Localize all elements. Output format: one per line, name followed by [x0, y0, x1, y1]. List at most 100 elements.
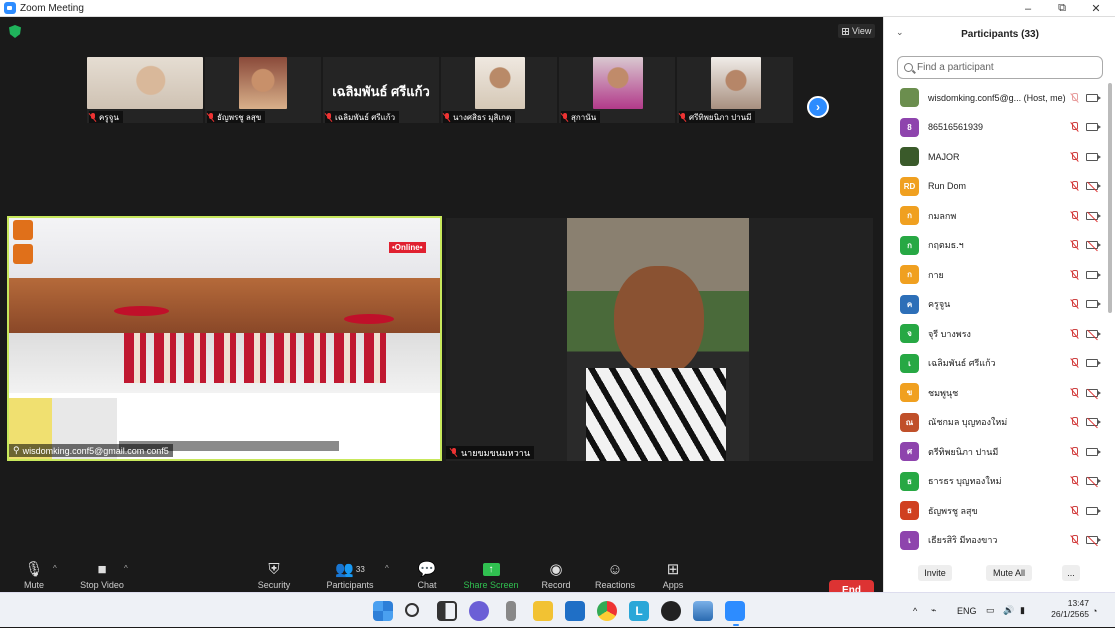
photos-icon[interactable] — [693, 601, 713, 621]
participant-list-scrollbar[interactable] — [1108, 83, 1112, 313]
line-icon[interactable]: L — [629, 601, 649, 621]
maximize-button[interactable]: ⧉ — [1045, 0, 1079, 17]
microphone-icon[interactable] — [506, 601, 516, 621]
pin-icon: ⚲ — [13, 445, 20, 455]
video-camera-icon[interactable] — [1086, 359, 1101, 368]
video-off-icon[interactable] — [1086, 211, 1101, 220]
file-explorer-icon[interactable] — [533, 601, 553, 621]
more-options-button[interactable]: ... — [1062, 565, 1080, 581]
mic-muted-icon[interactable] — [1070, 181, 1079, 191]
participant-row[interactable]: ก กาย — [884, 260, 1110, 290]
record-icon: ◉ — [549, 561, 563, 578]
mic-muted-icon — [325, 112, 333, 122]
participant-row[interactable]: MAJOR — [884, 142, 1110, 172]
mic-muted-icon[interactable] — [1070, 417, 1079, 427]
video-off-icon[interactable] — [1086, 241, 1101, 250]
avatar: ธ — [900, 471, 919, 491]
video-off-icon[interactable] — [1086, 388, 1101, 397]
video-off-icon[interactable] — [1086, 182, 1101, 191]
video-camera-icon[interactable] — [1086, 123, 1101, 132]
face — [614, 266, 704, 376]
participant-row[interactable]: ก กฤตมธ.ฯ — [884, 231, 1110, 261]
participant-row[interactable]: ธ ธัญพรชู ลสุข — [884, 496, 1110, 526]
mic-muted-icon[interactable] — [1070, 299, 1079, 309]
close-button[interactable]: ✕ — [1079, 0, 1113, 17]
view-button[interactable]: View — [838, 24, 876, 38]
video-off-icon[interactable] — [1086, 418, 1101, 427]
mic-muted-icon[interactable] — [1070, 387, 1079, 398]
task-view-icon[interactable] — [437, 601, 457, 621]
video-camera-icon[interactable] — [1086, 93, 1101, 102]
teams-chat-icon[interactable] — [469, 601, 489, 621]
mic-muted-icon[interactable] — [1070, 535, 1079, 545]
participant-row[interactable]: จ จุรี บางพรง — [884, 319, 1110, 349]
mic-muted-icon[interactable] — [1070, 358, 1079, 368]
participant-row[interactable]: ข ชมพูนุช — [884, 378, 1110, 408]
participant-row[interactable]: wisdomking.conf5@g... (Host, me) — [884, 83, 1110, 113]
mic-muted-icon[interactable] — [1070, 122, 1079, 132]
home-icon[interactable] — [13, 220, 33, 240]
mic-muted-icon[interactable] — [1070, 269, 1079, 280]
participants-caret[interactable]: ^ — [385, 564, 389, 573]
display-icon[interactable]: ▭ — [986, 593, 995, 628]
mute-all-button[interactable]: Mute All — [986, 565, 1032, 581]
mic-muted-icon[interactable] — [1070, 328, 1079, 339]
strip-thumb-1[interactable]: ครูจูน — [87, 57, 203, 123]
audio-options-caret[interactable]: ^ — [53, 564, 57, 573]
strip-thumb-5[interactable]: สุกานัน — [559, 57, 675, 123]
participant-row[interactable]: ค ครูจูน — [884, 290, 1110, 320]
participant-row[interactable]: เ เฉลิมพันธ์ ศรีแก้ว — [884, 349, 1110, 379]
obs-icon[interactable] — [661, 601, 681, 621]
language-indicator[interactable]: ENG — [957, 593, 977, 628]
video-camera-icon[interactable] — [1086, 270, 1101, 279]
video-camera-icon[interactable] — [1086, 300, 1101, 309]
minimize-button[interactable]: – — [1011, 0, 1045, 17]
chrome-icon[interactable] — [597, 601, 617, 621]
network-icon[interactable]: ⌁ — [931, 593, 936, 628]
notification-icon[interactable]: ◔ — [1092, 593, 1097, 628]
participant-row[interactable]: เ เธียรสิริ มีทองขาว — [884, 526, 1110, 556]
participant-row[interactable]: ก กมลกพ — [884, 201, 1110, 231]
participant-row[interactable]: ณ ณัชกมล บุญทองใหม่ — [884, 408, 1110, 438]
tray-expand-icon[interactable]: ^ — [913, 593, 917, 628]
mail-icon[interactable] — [565, 601, 585, 621]
video-off-icon[interactable] — [1086, 329, 1101, 338]
participant-row[interactable]: 8 86516561939 — [884, 113, 1110, 143]
video-camera-icon[interactable] — [1086, 447, 1101, 456]
strip-thumb-6[interactable]: ศรีทิพยนิภา ปานมี — [677, 57, 793, 123]
participant-row[interactable]: RD Run Dom — [884, 172, 1110, 202]
security-shield-icon[interactable] — [9, 25, 21, 38]
video-camera-icon[interactable] — [1086, 152, 1101, 161]
participant-row[interactable]: ธ ธารธร บุญทองใหม่ — [884, 467, 1110, 497]
battery-icon[interactable]: ▮ — [1020, 593, 1025, 628]
video-camera-icon[interactable] — [1086, 506, 1101, 515]
mic-muted-icon[interactable] — [1070, 210, 1079, 221]
strip-thumb-3[interactable]: เฉลิมพันธ์ ศรีแก้ว เฉลิมพันธ์ ศรีแก้ว — [323, 57, 439, 123]
mic-muted-icon[interactable] — [1070, 240, 1079, 250]
participant-tile[interactable]: นายขมขนมหวาน — [446, 218, 873, 461]
strip-thumb-2[interactable]: ธัญพรชู ลสุข — [205, 57, 321, 123]
mic-muted-icon[interactable] — [1070, 151, 1079, 162]
next-page-button[interactable]: › — [807, 96, 829, 118]
participant-row[interactable]: ศ ตรีทิพยนิภา ปานมี — [884, 437, 1110, 467]
active-speaker-tile[interactable]: •Online• ⚲ wisdomking.conf5@gmail.com con… — [7, 216, 442, 461]
avatar: ก — [900, 206, 919, 226]
video-options-caret[interactable]: ^ — [124, 564, 128, 573]
strip-thumb-4[interactable]: นางศสิธร มุสิเกตุ — [441, 57, 557, 123]
microphone-icon[interactable] — [1070, 92, 1079, 103]
participant-video — [87, 57, 203, 109]
search-icon[interactable] — [405, 603, 419, 617]
participant-search-input[interactable]: Find a participant — [897, 56, 1103, 79]
mic-muted-icon[interactable] — [1070, 446, 1079, 457]
zoom-icon[interactable] — [725, 601, 745, 621]
video-off-icon[interactable] — [1086, 477, 1101, 486]
clock[interactable]: 13:47 26/1/2565 — [1043, 598, 1089, 620]
menu-icon[interactable] — [13, 244, 33, 264]
start-icon[interactable] — [373, 601, 393, 621]
volume-icon[interactable]: 🔊 — [1003, 593, 1014, 628]
mic-muted-icon[interactable] — [1070, 476, 1079, 486]
invite-button[interactable]: Invite — [918, 565, 952, 581]
mic-muted-icon[interactable] — [1070, 505, 1079, 516]
strip-name: เฉลิมพันธ์ ศรีแก้ว — [325, 111, 400, 123]
video-off-icon[interactable] — [1086, 536, 1101, 545]
